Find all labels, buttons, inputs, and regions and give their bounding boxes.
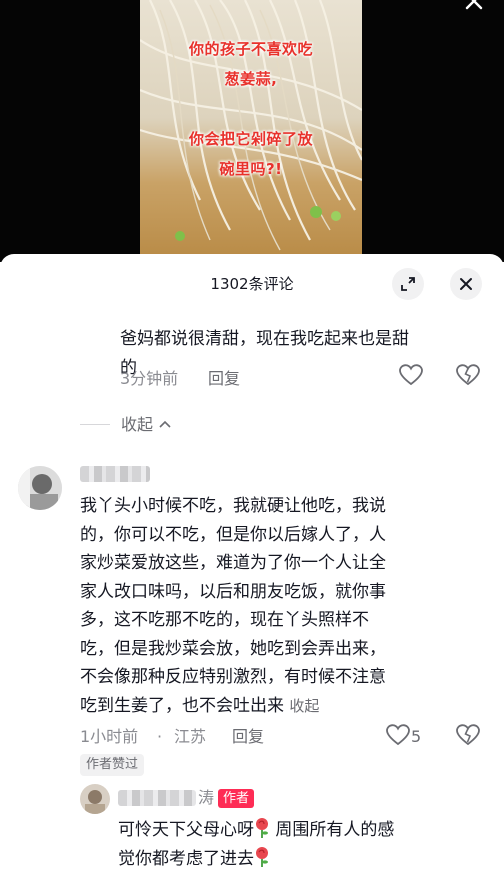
reply-text-line-1: 爸妈都说很清甜，现在我吃起来也是甜 <box>120 329 409 349</box>
reply-button[interactable]: 回复 <box>232 726 264 748</box>
rose-emoji-icon <box>256 818 268 838</box>
collapse-divider <box>80 424 110 425</box>
like-icon[interactable] <box>386 724 410 746</box>
comment-location: 江苏 <box>174 727 207 746</box>
author-reply-line-2: 觉你都考虑了进去 <box>118 845 498 870</box>
author-liked-badge: 作者赞过 <box>80 754 145 776</box>
video-caption-line-4: 碗里吗?! <box>219 160 283 178</box>
collapse-replies-button[interactable]: 收起 <box>121 414 172 436</box>
dislike-icon[interactable] <box>456 364 480 386</box>
comment-line-1: 我丫头小时候不吃，我就硬让他吃，我说 <box>80 496 386 516</box>
avatar[interactable] <box>18 466 62 510</box>
author-reply-text-c: 觉你都考虑了进去 <box>118 849 254 869</box>
comment-line-7: 不会像那种反应特别激烈，有时候不注意 <box>80 667 386 687</box>
comments-header: 1302条评论 <box>0 254 504 304</box>
reply-time: 3分钟前 <box>120 369 179 388</box>
comment-line-4: 家人改口味吗，以后和朋友吃饭，就你事 <box>80 581 386 602</box>
close-icon <box>460 278 472 290</box>
author-avatar[interactable] <box>80 784 110 814</box>
comment-line-2: 的，你可以不吃，但是你以后嫁人了，人 <box>80 524 386 545</box>
reply-button[interactable]: 回复 <box>208 368 240 390</box>
author-reply-text-a: 可怜天下父母心呀 <box>118 820 254 840</box>
like-icon[interactable] <box>399 364 423 386</box>
comments-count-title: 1302条评论 <box>210 275 294 293</box>
dot-separator: · <box>157 727 163 746</box>
close-comments-button[interactable] <box>450 268 482 300</box>
username-blurred[interactable] <box>80 466 150 482</box>
collapse-comment-button[interactable]: 收起 <box>289 697 319 715</box>
author-reply-line-1: 可怜天下父母心呀 周围所有人的感 <box>118 816 498 845</box>
comment-body: 我丫头小时候不吃，我就硬让他吃，我说 的，你可以不吃，但是你以后嫁人了，人 家炒… <box>80 492 495 720</box>
collapse-label: 收起 <box>121 415 154 434</box>
video-player[interactable]: 你的孩子不喜欢吃 葱姜蒜, 你会把它剁碎了放 碗里吗?! <box>0 0 504 262</box>
like-count: 5 <box>411 727 422 746</box>
author-name-visible[interactable]: 涛 <box>198 787 214 809</box>
comment-line-8: 吃到生姜了，也不会吐出来 收起 <box>80 692 495 721</box>
avatar-image <box>18 466 62 510</box>
avatar-image <box>80 784 110 814</box>
comment-line-5: 多，这不吃那不吃的，现在丫头照样不 <box>80 610 369 630</box>
author-badge: 作者 <box>218 789 255 808</box>
comment-time: 1小时前 <box>80 727 139 746</box>
rose-emoji-icon <box>256 847 268 867</box>
close-icon[interactable] <box>464 0 484 14</box>
chevron-up-icon <box>159 420 171 428</box>
author-username-blurred[interactable] <box>118 790 196 806</box>
expand-button[interactable] <box>392 268 424 300</box>
comment-line-6: 吃，但是我炒菜会放，她吃到会弄出来， <box>80 638 386 659</box>
dislike-icon[interactable] <box>456 724 480 746</box>
video-caption-line-3: 你会把它剁碎了放 <box>188 130 313 148</box>
video-caption-line-1: 你的孩子不喜欢吃 <box>188 40 313 58</box>
author-reply-text-b: 周围所有人的感 <box>275 820 395 840</box>
expand-icon <box>401 277 415 291</box>
video-caption-line-2: 葱姜蒜, <box>224 70 278 88</box>
comment-line-3: 家炒菜爱放这些，难道为了你一个人让全 <box>80 553 386 573</box>
comments-panel[interactable]: 1302条评论 爸妈都说很清甜，现在我吃起来也是甜 的 3分钟前 回复 收起 我… <box>0 254 504 870</box>
comment-line-8-text: 吃到生姜了，也不会吐出来 <box>80 695 284 716</box>
